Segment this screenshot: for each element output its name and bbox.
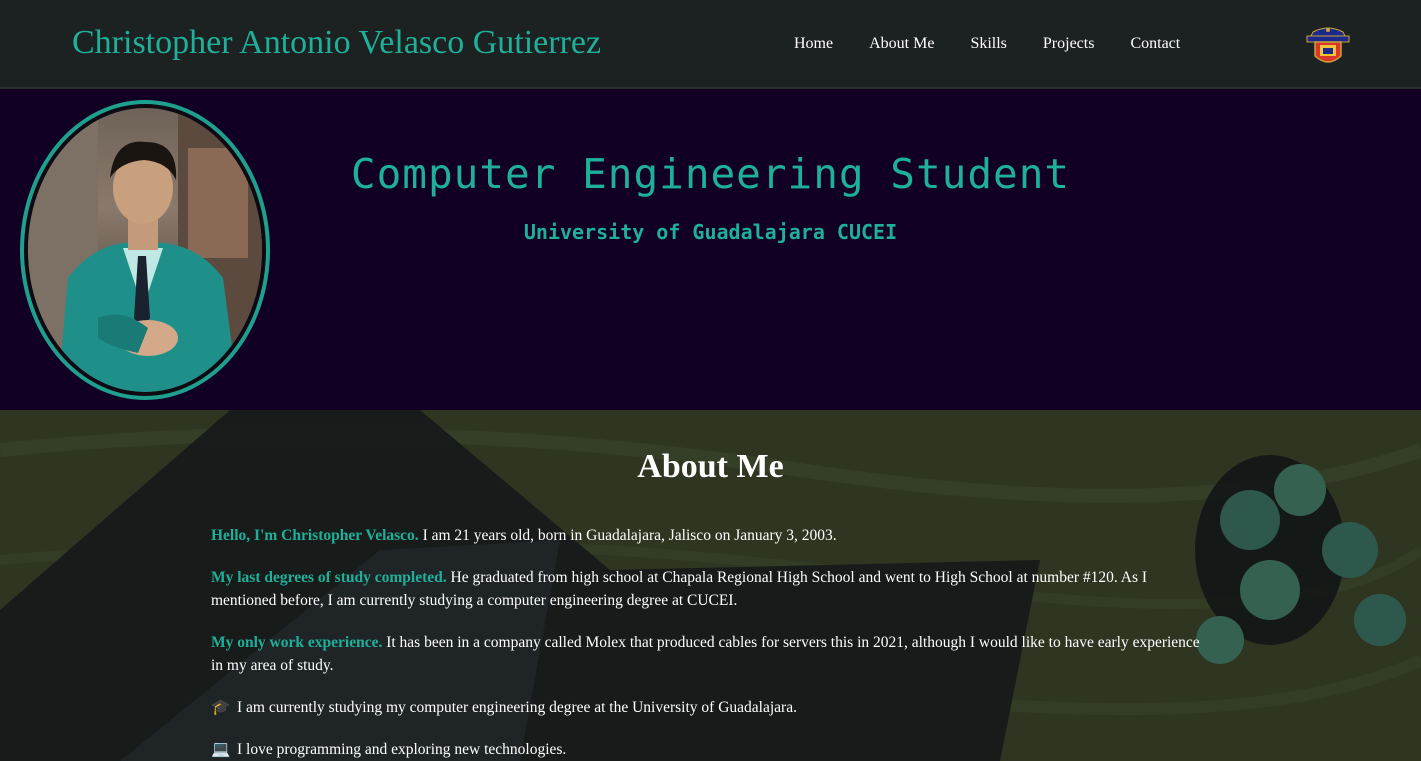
university-crest-icon[interactable]	[1305, 22, 1351, 68]
paragraph-highlight: My last degrees of study completed.	[211, 569, 447, 586]
about-content: Hello, I'm Christopher Velasco. I am 21 …	[211, 524, 1201, 761]
about-bullet: 💻 I love programming and exploring new te…	[211, 738, 1201, 761]
about-paragraph: Hello, I'm Christopher Velasco. I am 21 …	[211, 524, 1201, 547]
about-bullet: 🎓 I am currently studying my computer eng…	[211, 696, 1201, 719]
hero-subtitle: University of Guadalajara CUCEI	[523, 220, 898, 244]
profile-photo	[20, 100, 270, 400]
hero-title: Computer Engineering Student	[350, 150, 1071, 198]
graduation-cap-icon: 🎓	[211, 699, 231, 716]
bullet-text: I am currently studying my computer engi…	[237, 699, 797, 716]
bullet-text: I love programming and exploring new tec…	[237, 741, 567, 758]
about-title: About Me	[637, 448, 784, 485]
hero-section: Computer Engineering Student University …	[0, 90, 1421, 410]
nav-home[interactable]: Home	[794, 35, 833, 53]
paragraph-highlight: Hello, I'm Christopher Velasco.	[211, 527, 419, 544]
nav-projects[interactable]: Projects	[1043, 35, 1095, 53]
site-title[interactable]: Christopher Antonio Velasco Gutierrez	[72, 24, 601, 62]
about-paragraph: My last degrees of study completed. He g…	[211, 566, 1201, 612]
main-nav: Home About Me Skills Projects Contact	[794, 35, 1216, 53]
nav-skills[interactable]: Skills	[970, 35, 1006, 53]
laptop-icon: 💻	[211, 741, 231, 758]
site-header: Christopher Antonio Velasco Gutierrez Ho…	[0, 0, 1421, 89]
nav-contact[interactable]: Contact	[1130, 35, 1180, 53]
paragraph-highlight: My only work experience.	[211, 634, 383, 651]
about-section: About Me Hello, I'm Christopher Velasco.…	[0, 410, 1421, 761]
about-paragraph: My only work experience. It has been in …	[211, 631, 1201, 677]
paragraph-text: I am 21 years old, born in Guadalajara, …	[418, 527, 837, 544]
nav-about-me[interactable]: About Me	[869, 35, 934, 53]
